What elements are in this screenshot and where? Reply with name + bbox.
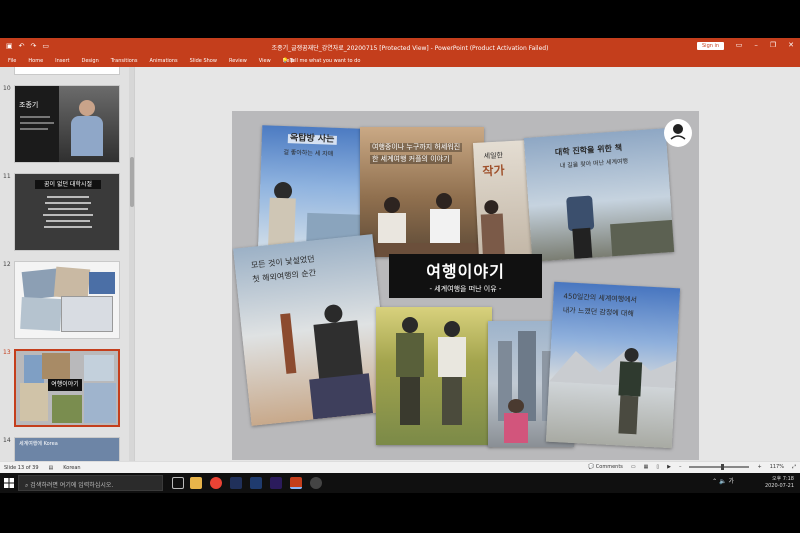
volume-icon[interactable]: 🔈 [719, 478, 726, 485]
chevron-up-icon[interactable]: ⌃ [712, 478, 717, 485]
lightbulb-icon: 💡 [282, 58, 289, 64]
normal-view-icon[interactable]: ▭ [631, 464, 636, 470]
thumbnail-photo [59, 86, 119, 162]
tab-insert[interactable]: Insert [55, 58, 69, 64]
minimize-icon[interactable]: – [754, 41, 758, 49]
undo-icon[interactable]: ↶ [19, 42, 25, 50]
slide-title-box[interactable]: 여행이야기 - 세계여행을 떠난 이유 - [389, 254, 542, 298]
photo-card-couple[interactable]: 여행중이나 누구까지 허세워진 한 세계여행 커플의 이야기 [360, 127, 484, 257]
slide-thumbnail-11[interactable]: 꿈이 없던 대학시절 [14, 173, 120, 251]
thumbnail-title: 조종기 [19, 101, 39, 109]
tell-me-search[interactable]: 💡 Tell me what you want to do [282, 58, 360, 64]
title-bar: ▣ ↶ ↷ ▭ 조종기_글쟁꿈재단_강연자료_20200715 [Protect… [0, 38, 800, 56]
status-bar: Slide 13 of 39 ▤ Korean 💬 Comments ▭ ▦ ▯… [0, 461, 800, 473]
quick-access-toolbar: ▣ ↶ ↷ ▭ [6, 42, 49, 50]
powerpoint-taskbar-icon[interactable] [290, 477, 302, 489]
tab-transitions[interactable]: Transitions [111, 58, 138, 64]
chrome-icon[interactable] [210, 477, 222, 489]
tray-icons[interactable]: ⌃ 🔈 가 [712, 478, 734, 485]
thumbnail-title: 세계여행에 Korea [19, 441, 58, 447]
windows-start-icon[interactable] [4, 478, 14, 490]
clock-time[interactable]: 오후 7:18 [765, 476, 794, 483]
powerpoint-window: ▣ ↶ ↷ ▭ 조종기_글쟁꿈재단_강연자료_20200715 [Protect… [0, 38, 800, 473]
tab-view[interactable]: View [259, 58, 271, 64]
slide-thumbnail-13[interactable]: 여행이야기 [14, 349, 120, 427]
taskbar-search-input[interactable]: ⌕ 검색하려면 여기에 입력하십시오. [18, 475, 163, 491]
fit-to-window-icon[interactable]: ⤢ [792, 464, 796, 470]
zoom-in-icon[interactable]: + [757, 464, 761, 470]
slide-thumbnail-12[interactable] [14, 261, 120, 339]
scrollbar-thumb[interactable] [130, 157, 134, 207]
thumbnail-title: 꿈이 없던 대학시절 [35, 180, 101, 189]
comment-icon: 💬 [587, 464, 595, 470]
screen: ▣ ↶ ↷ ▭ 조종기_글쟁꿈재단_강연자료_20200715 [Protect… [0, 0, 800, 533]
photo-card-450-days[interactable]: 450일간의 세계여행에서 내가 느꼈던 감정에 대해 [545, 281, 681, 449]
after-effects-icon[interactable] [230, 477, 242, 489]
slide-thumbnail-14[interactable]: 세계여행에 Korea [14, 437, 120, 461]
photo-card-hikers[interactable] [376, 307, 492, 445]
slide-number: 14 [3, 437, 11, 444]
slideshow-icon[interactable]: ▶ [667, 464, 671, 470]
slide-number: 10 [3, 85, 11, 92]
premiere-icon[interactable] [270, 477, 282, 489]
reading-view-icon[interactable]: ▯ [656, 464, 659, 470]
tab-review[interactable]: Review [229, 58, 247, 64]
photoshop-icon[interactable] [250, 477, 262, 489]
slide-title: 여행이야기 [426, 262, 505, 281]
sign-in-button[interactable]: Sign in [697, 42, 725, 50]
task-view-icon[interactable] [172, 477, 184, 489]
slide-number: 11 [3, 173, 11, 180]
thumbnail-title: 여행이야기 [48, 379, 82, 391]
zoom-level[interactable]: 117% [770, 464, 784, 470]
tab-design[interactable]: Design [81, 58, 98, 64]
tab-home[interactable]: Home [28, 58, 43, 64]
slide-thumbnail-10[interactable]: 조종기 [14, 85, 120, 163]
system-tray: ⌃ 🔈 가 오후 7:18 2020-07-21 [712, 476, 794, 490]
search-icon: ⌕ [25, 482, 29, 489]
zoom-slider[interactable] [689, 464, 750, 470]
photo-card-first-trip[interactable]: 모든 것이 낯설었던 첫 해외여행의 순간 [233, 234, 391, 426]
zoom-out-icon[interactable]: – [679, 464, 682, 470]
file-explorer-icon[interactable] [190, 477, 202, 489]
ime-indicator[interactable]: 가 [728, 478, 734, 485]
slide-counter: Slide 13 of 39 [4, 465, 39, 471]
tab-animations[interactable]: Animations [150, 58, 178, 64]
close-icon[interactable]: ✕ [788, 41, 794, 49]
save-icon[interactable]: ▣ [6, 42, 13, 50]
ribbon-tabs: File Home Insert Design Transitions Anim… [0, 56, 800, 67]
thumbnail-scrollbar[interactable] [129, 67, 134, 461]
tab-slide-show[interactable]: Slide Show [190, 58, 217, 64]
slide-sorter-icon[interactable]: ▦ [644, 464, 649, 470]
photo-card-backpacker[interactable]: 대학 진학을 위한 책 내 길을 찾아 떠난 세계여행 [523, 128, 675, 262]
tab-file[interactable]: File [8, 58, 16, 64]
redo-icon[interactable]: ↷ [31, 42, 37, 50]
app-icon[interactable] [310, 477, 322, 489]
slide-13[interactable]: 옥탑방 사는 걸 좋아하는 세 자매 여행중이나 누구까지 허세워진 한 세계여… [232, 111, 699, 460]
language-indicator[interactable]: Korean [63, 465, 80, 471]
spell-check-icon[interactable]: ▤ [49, 465, 54, 471]
zoom-slider-thumb[interactable] [721, 464, 725, 470]
window-controls: ▭ – ❐ ✕ [736, 41, 794, 49]
slide-thumbnail-9[interactable] [14, 67, 120, 75]
restore-icon[interactable]: ❐ [770, 41, 776, 49]
slide-subtitle: - 세계여행을 떠난 이유 - [429, 285, 502, 293]
ribbon-display-icon[interactable]: ▭ [736, 41, 743, 49]
comments-button[interactable]: 💬 Comments [588, 464, 623, 470]
slide-number: 13 [3, 349, 11, 356]
clock-date[interactable]: 2020-07-21 [765, 483, 794, 490]
taskbar: ⌕ 검색하려면 여기에 입력하십시오. ⌃ 🔈 가 오후 7:18 2020-0… [0, 473, 800, 493]
window-title: 조종기_글쟁꿈재단_강연자료_20200715 [Protected View]… [271, 45, 549, 52]
slide-editing-canvas: 옥탑방 사는 걸 좋아하는 세 자매 여행중이나 누구까지 허세워진 한 세계여… [136, 67, 800, 461]
start-slideshow-icon[interactable]: ▭ [42, 42, 49, 50]
slide-number: 12 [3, 261, 11, 268]
logo [664, 119, 692, 147]
slide-thumbnail-pane: 10 조종기 11 꿈이 없던 대학시절 12 13 여행이야기 14 세계여행… [0, 67, 135, 461]
